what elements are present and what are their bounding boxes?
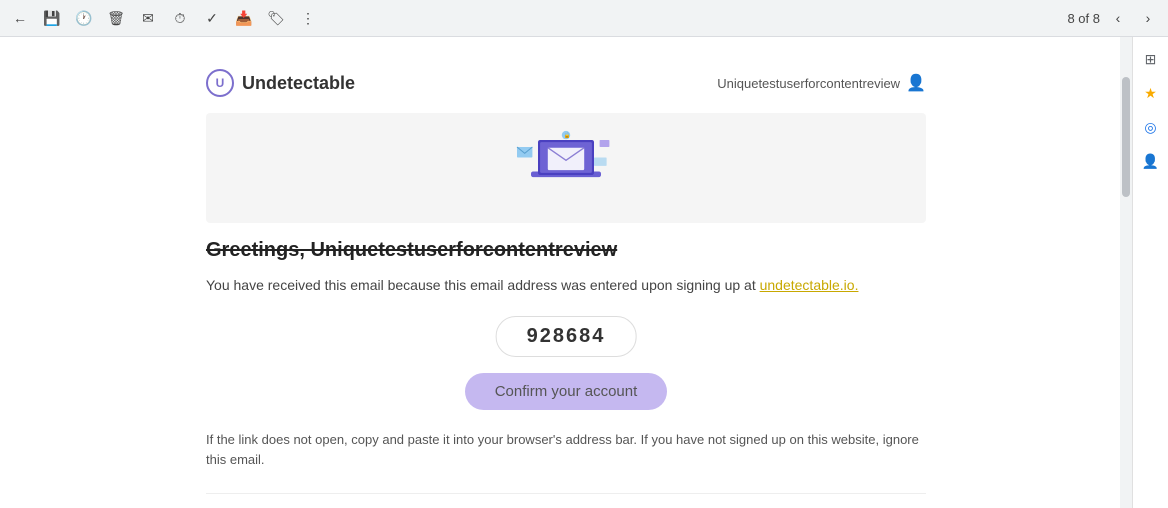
person-panel-icon[interactable]: 👤 <box>1137 147 1165 175</box>
star-panel-icon[interactable]: ★ <box>1137 79 1165 107</box>
email-footer: Home Docs Cloud Dashboard 𝕏 f ✈ ◻ ▶ <box>206 493 926 508</box>
circle-panel-icon[interactable]: ◎ <box>1137 113 1165 141</box>
email-content: U Undetectable Uniquetestuserforcontentr… <box>166 37 966 508</box>
brand-logo-letter: U <box>216 76 225 90</box>
check-icon[interactable]: ✓ <box>200 6 224 30</box>
scrollbar-thumb[interactable] <box>1122 77 1130 197</box>
confirm-account-button[interactable]: Confirm your account <box>465 373 668 410</box>
right-panel: ⊞ ★ ◎ 👤 + <box>1132 37 1168 508</box>
greeting-text: Greetings, Uniquetestuserforcontentrevie… <box>206 239 926 262</box>
more-icon[interactable]: ⋮ <box>296 6 320 30</box>
next-page-button[interactable]: › <box>1136 6 1160 30</box>
brand: U Undetectable <box>206 69 355 97</box>
brand-name: Undetectable <box>242 73 355 94</box>
grid-panel-icon[interactable]: ⊞ <box>1137 45 1165 73</box>
main-content: U Undetectable Uniquetestuserforcontentr… <box>0 37 1168 508</box>
user-info: Uniquetestuserforcontentreview 👤 <box>717 73 926 93</box>
body-text-main: You have received this email because thi… <box>206 277 756 293</box>
tag-icon[interactable]: 🏷 <box>264 6 288 30</box>
footer-note: If the link does not open, copy and past… <box>206 430 926 469</box>
email-viewer: U Undetectable Uniquetestuserforcontentr… <box>0 37 1132 508</box>
email-header: U Undetectable Uniquetestuserforcontentr… <box>206 57 926 113</box>
username-display: Uniquetestuserforcontentreview <box>717 76 900 91</box>
toolbar-left-icons: ← 💾 🕐 🗑 ✉ ⏱ ✓ 📥 🏷 ⋮ <box>8 6 320 30</box>
timer-icon[interactable]: ⏱ <box>168 6 192 30</box>
circle-icon[interactable]: 🕐 <box>72 6 96 30</box>
email-illustration: 🔒 <box>496 118 636 218</box>
browser-toolbar: ← 💾 🕐 🗑 ✉ ⏱ ✓ 📥 🏷 ⋮ 8 of 8 ‹ › <box>0 0 1168 37</box>
user-avatar-icon: 👤 <box>906 73 926 93</box>
inbox-icon[interactable]: 📥 <box>232 6 256 30</box>
page-counter-text: 8 of 8 <box>1067 11 1100 26</box>
back-button[interactable]: ← <box>8 6 32 30</box>
save-icon[interactable]: 💾 <box>40 6 64 30</box>
hero-area: 🔒 <box>206 113 926 223</box>
page-counter: 8 of 8 ‹ › <box>1067 6 1160 30</box>
brand-logo: U <box>206 69 234 97</box>
undetectable-link[interactable]: undetectable.io. <box>760 277 859 293</box>
email-body: You have received this email because thi… <box>206 274 926 296</box>
prev-page-button[interactable]: ‹ <box>1106 6 1130 30</box>
scrollbar[interactable] <box>1120 37 1132 508</box>
svg-text:🔒: 🔒 <box>564 132 571 139</box>
mail-icon[interactable]: ✉ <box>136 6 160 30</box>
delete-icon[interactable]: 🗑 <box>104 6 128 30</box>
confirmation-code: 928684 <box>496 316 637 357</box>
